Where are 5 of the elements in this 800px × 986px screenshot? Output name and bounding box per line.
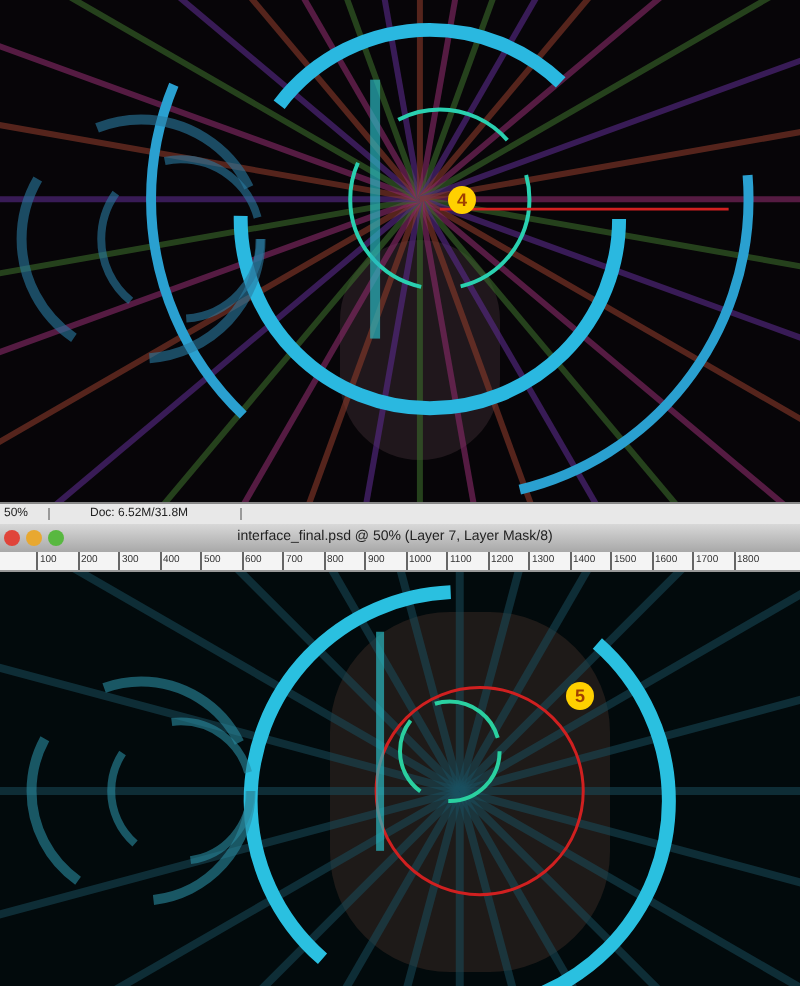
zoom-button[interactable] <box>48 529 64 546</box>
close-button[interactable] <box>4 529 20 546</box>
step-badge: 5 <box>566 681 594 710</box>
minimize-button[interactable] <box>26 529 42 546</box>
step-badge: 4 <box>448 186 476 214</box>
